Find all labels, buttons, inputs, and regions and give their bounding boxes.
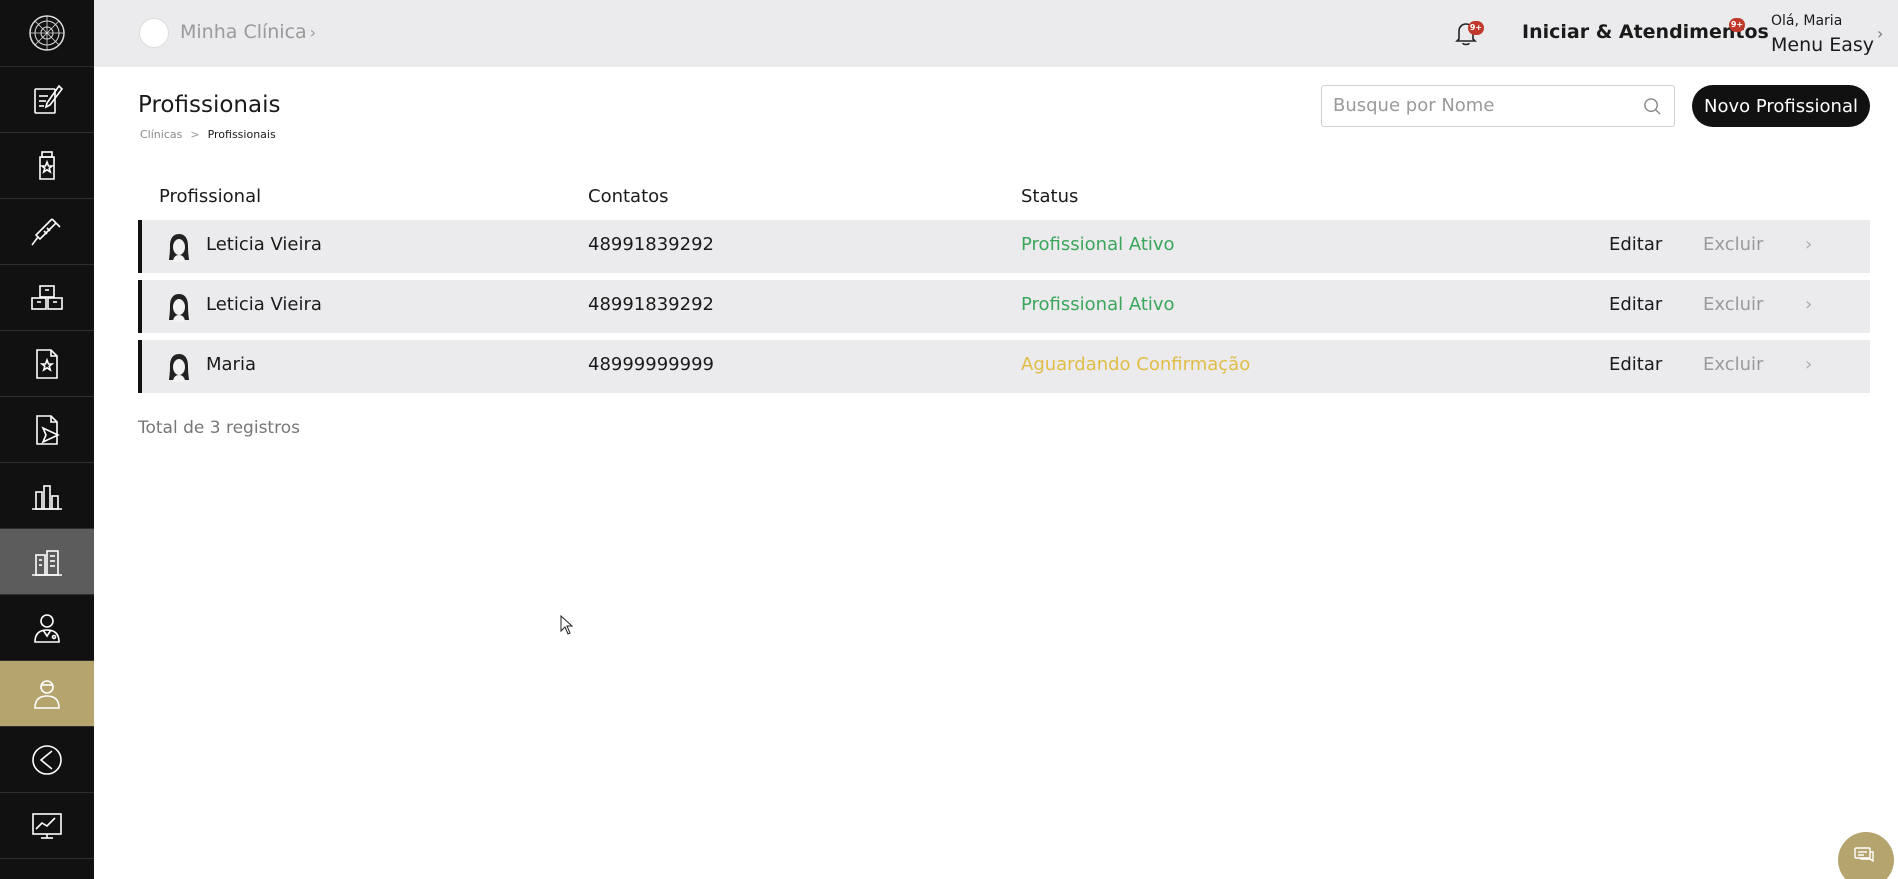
- syringe-icon: [31, 217, 61, 245]
- chat-button[interactable]: [1838, 832, 1894, 879]
- chevron-right-icon: ›: [309, 23, 317, 42]
- notifications-badge: 9+: [1468, 21, 1484, 35]
- boxes-icon: [31, 284, 63, 310]
- chevron-right-icon[interactable]: ›: [1877, 24, 1883, 43]
- table-row[interactable]: Leticia Vieira 48991839292 Profissional …: [138, 220, 1870, 273]
- user-greeting: Olá, Maria: [1771, 13, 1843, 29]
- page-title: Profissionais: [138, 92, 281, 118]
- professional-name: Leticia Vieira: [206, 234, 322, 255]
- sidebar-item-medicamentos[interactable]: [0, 133, 94, 199]
- column-header-status: Status: [1021, 186, 1079, 207]
- bar-chart-icon: [32, 484, 62, 510]
- sidebar-item-envios[interactable]: [0, 397, 94, 463]
- breadcrumb-separator: >: [190, 128, 200, 141]
- edit-button[interactable]: Editar: [1609, 294, 1662, 315]
- clinic-switcher[interactable]: Minha Clínica ›: [180, 21, 316, 43]
- search-box: [1321, 85, 1675, 127]
- sidebar-item-prontuario[interactable]: [0, 67, 94, 133]
- sidebar-item-financeiro[interactable]: [0, 793, 94, 859]
- delete-button[interactable]: Excluir: [1703, 234, 1763, 255]
- document-send-icon: [36, 414, 60, 445]
- professional-contact: 48999999999: [588, 354, 714, 375]
- sidebar-item-relatorios[interactable]: [0, 463, 94, 529]
- avatar-icon: [169, 354, 189, 382]
- professional-icon: [34, 679, 60, 709]
- new-professional-button[interactable]: Novo Profissional: [1692, 85, 1870, 127]
- finance-chart-icon: [32, 812, 62, 839]
- sidebar-item-profissionais[interactable]: [0, 661, 94, 727]
- table-row[interactable]: Maria 48999999999 Aguardando Confirmação…: [138, 340, 1870, 393]
- delete-button[interactable]: Excluir: [1703, 354, 1763, 375]
- doctor-icon: [34, 613, 60, 643]
- professional-name: Leticia Vieira: [206, 294, 322, 315]
- professional-contact: 48991839292: [588, 294, 714, 315]
- edit-button[interactable]: Editar: [1609, 234, 1662, 255]
- sidebar: [0, 0, 94, 879]
- mouse-cursor-icon: [560, 615, 574, 635]
- search-input[interactable]: [1333, 86, 1633, 124]
- delete-button[interactable]: Excluir: [1703, 294, 1763, 315]
- sidebar-item-voltar[interactable]: [0, 727, 94, 793]
- back-arrow-icon: [32, 744, 62, 775]
- notifications-button[interactable]: 9+: [1452, 18, 1484, 48]
- total-records: Total de 3 registros: [138, 418, 300, 438]
- breadcrumb-item-clinicas[interactable]: Clínicas: [140, 128, 182, 141]
- avatar-icon: [169, 294, 189, 322]
- document-star-icon: [36, 348, 58, 379]
- sidebar-item-procedimentos[interactable]: [0, 199, 94, 265]
- clinic-name: Minha Clínica: [180, 21, 307, 43]
- professional-contact: 48991839292: [588, 234, 714, 255]
- column-header-contacts: Contatos: [588, 186, 669, 207]
- medicine-bottle-icon: [39, 150, 55, 180]
- sidebar-item-clinicas[interactable]: [0, 529, 94, 595]
- search-icon[interactable]: [1643, 97, 1662, 116]
- edit-button[interactable]: Editar: [1609, 354, 1662, 375]
- app-logo[interactable]: [0, 0, 94, 67]
- breadcrumb: Clínicas > Profissionais: [140, 128, 276, 141]
- avatar-icon: [169, 234, 189, 262]
- buildings-icon: [32, 549, 62, 576]
- chevron-right-icon[interactable]: ›: [1805, 234, 1812, 255]
- table-row[interactable]: Leticia Vieira 48991839292 Profissional …: [138, 280, 1870, 333]
- edit-document-icon: [34, 84, 64, 114]
- chevron-right-icon[interactable]: ›: [1805, 294, 1812, 315]
- sidebar-item-documentos[interactable]: [0, 331, 94, 397]
- chat-icon: [1854, 847, 1874, 863]
- clinic-logo[interactable]: [139, 18, 169, 48]
- breadcrumb-item-current: Profissionais: [207, 128, 276, 141]
- top-bar: Minha Clínica › 9+ Iniciar & Atendimentos…: [94, 0, 1898, 67]
- table-header: Profissional Contatos Status: [138, 186, 1870, 210]
- professional-name: Maria: [206, 354, 256, 375]
- status-badge: Profissional Ativo: [1021, 234, 1175, 255]
- atendimentos-badge: 9+: [1729, 18, 1745, 32]
- sidebar-item-medicos[interactable]: [0, 595, 94, 661]
- status-badge: Profissional Ativo: [1021, 294, 1175, 315]
- column-header-professional: Profissional: [159, 186, 262, 207]
- user-menu-button[interactable]: Menu Easy: [1771, 34, 1874, 56]
- logo-icon: [29, 15, 65, 51]
- sidebar-item-estoque[interactable]: [0, 265, 94, 331]
- chevron-right-icon[interactable]: ›: [1805, 354, 1812, 375]
- status-badge: Aguardando Confirmação: [1021, 354, 1251, 375]
